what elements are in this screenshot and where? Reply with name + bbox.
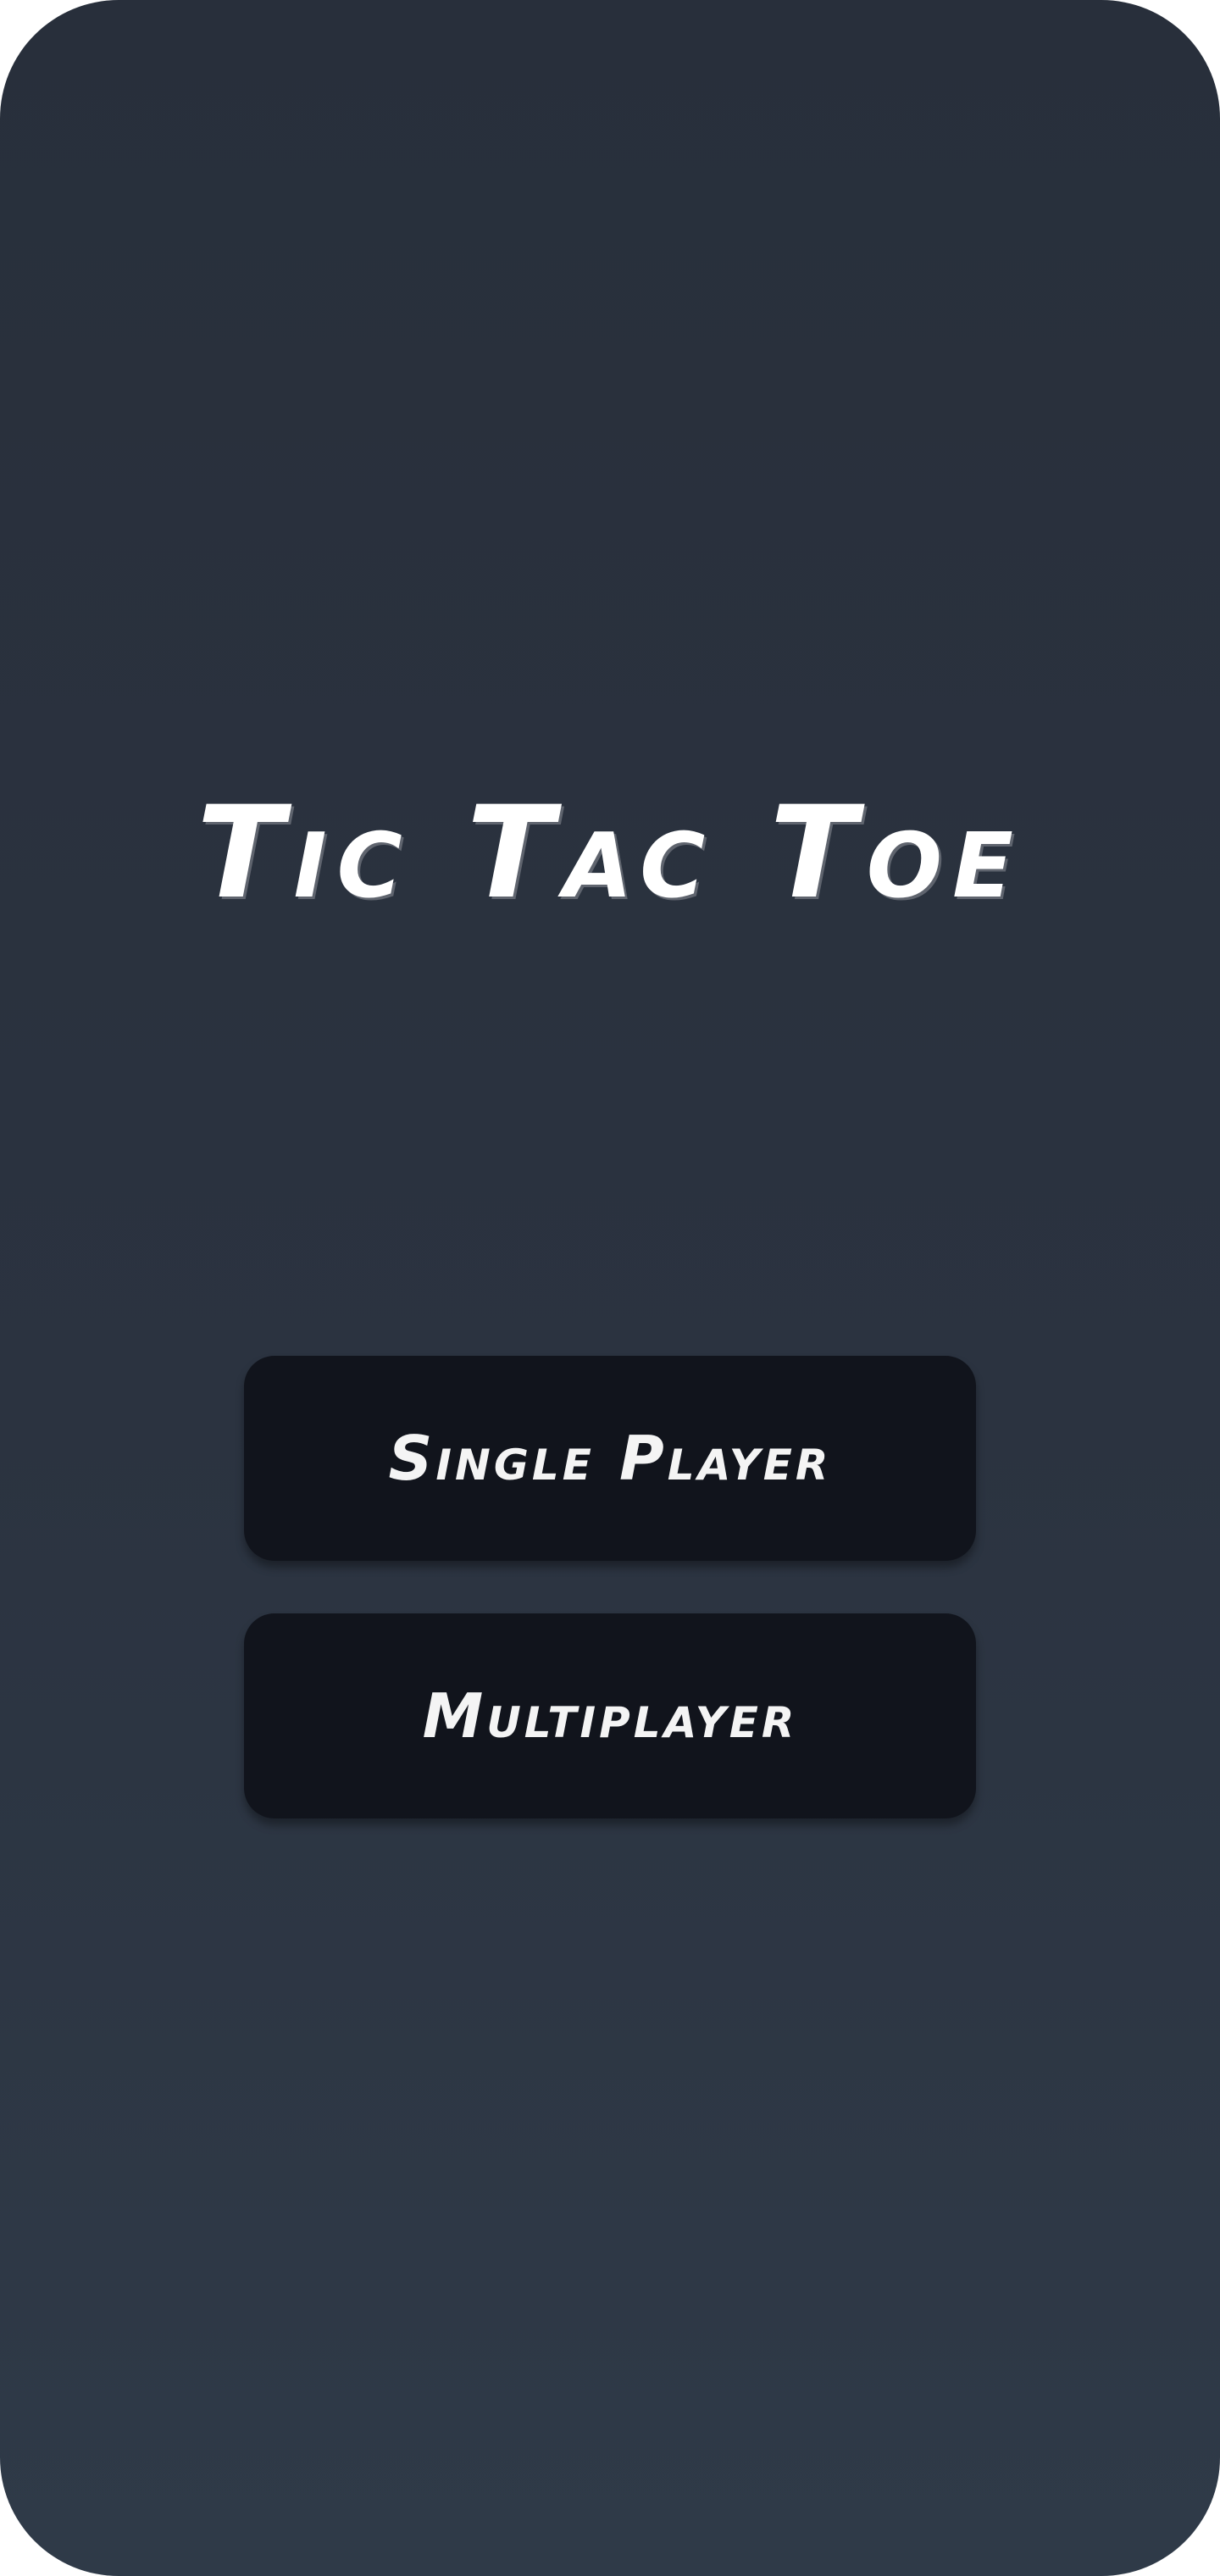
game-title: Tic Tac Toe [197, 780, 1023, 927]
single-player-label: Single Player [388, 1423, 832, 1494]
multiplayer-label: Multiplayer [422, 1680, 798, 1752]
multiplayer-button[interactable]: Multiplayer [244, 1613, 976, 1818]
app-screen: Tic Tac Toe Single Player Multiplayer [0, 0, 1220, 2576]
single-player-button[interactable]: Single Player [244, 1356, 976, 1561]
